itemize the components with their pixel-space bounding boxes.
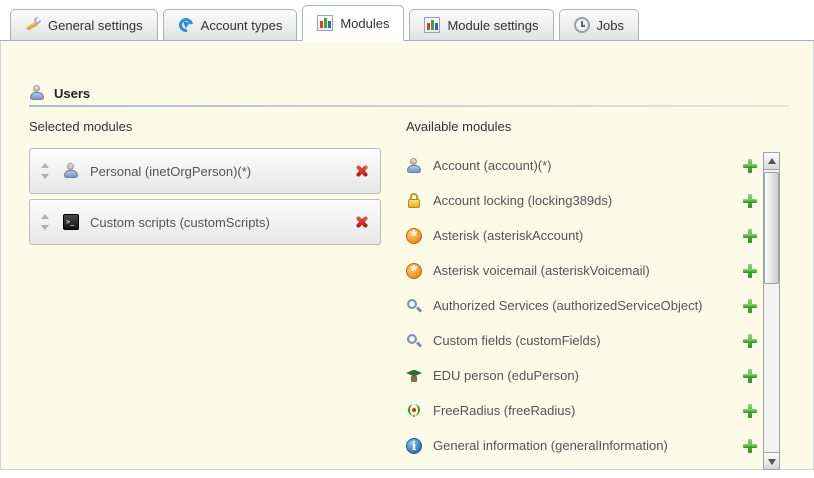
tab-jobs[interactable]: Jobs — [559, 9, 639, 40]
add-module-button[interactable] — [742, 263, 758, 279]
module-label: Account (account)(*) — [433, 158, 734, 173]
add-icon — [742, 193, 758, 209]
available-modules-heading: Available modules — [406, 119, 758, 134]
available-module-row: Asterisk voicemail (asteriskVoicemail) — [406, 253, 758, 288]
lam-configuration-page: General settings Account types Modules M… — [0, 0, 814, 478]
add-module-button[interactable] — [742, 333, 758, 349]
available-module-row: EDU person (eduPerson) — [406, 358, 758, 393]
tab-account-types[interactable]: Account types — [163, 9, 298, 40]
add-module-button[interactable] — [742, 403, 758, 419]
available-module-row: Account (account)(*) — [406, 148, 758, 183]
add-module-button[interactable] — [742, 438, 758, 454]
asterisk-icon — [406, 228, 422, 244]
terminal-icon — [63, 214, 79, 230]
tab-bar: General settings Account types Modules M… — [0, 0, 814, 41]
selected-module-row[interactable]: Custom scripts (customScripts) — [29, 199, 381, 245]
selected-modules-heading: Selected modules — [29, 119, 381, 134]
tab-label: Modules — [340, 16, 389, 31]
module-label: Account locking (locking389ds) — [433, 193, 734, 208]
available-module-row: Custom fields (customFields) — [406, 323, 758, 358]
scroll-down-button[interactable] — [764, 452, 779, 469]
add-icon — [742, 228, 758, 244]
selected-module-row[interactable]: Personal (inetOrgPerson)(*) — [29, 148, 381, 194]
tab-label: Jobs — [597, 18, 624, 33]
module-label: Custom scripts (customScripts) — [90, 215, 346, 230]
scroll-up-icon — [768, 158, 776, 164]
bar-chart-icon — [424, 17, 440, 33]
scrollbar-track[interactable] — [764, 170, 779, 452]
add-module-button[interactable] — [742, 298, 758, 314]
selected-modules-panel: Selected modules Personal (inetOrgPerson… — [29, 119, 381, 250]
tab-modules[interactable]: Modules — [302, 5, 404, 41]
scrollbar[interactable] — [763, 152, 780, 470]
available-module-row: FreeRadius (freeRadius) — [406, 393, 758, 428]
lock-icon — [406, 193, 422, 209]
remove-module-button[interactable] — [354, 214, 370, 230]
tab-label: Module settings — [447, 18, 538, 33]
wrench-icon — [25, 17, 41, 33]
clock-icon — [574, 17, 590, 33]
bar-chart-icon — [317, 15, 333, 31]
tab-module-settings[interactable]: Module settings — [409, 9, 553, 40]
available-module-row: Asterisk (asteriskAccount) — [406, 218, 758, 253]
section-title: Users — [54, 86, 90, 101]
module-label: Personal (inetOrgPerson)(*) — [90, 164, 346, 179]
asterisk-icon — [406, 263, 422, 279]
delete-icon — [354, 214, 370, 230]
available-module-row: General information (generalInformation) — [406, 428, 758, 463]
section-separator — [29, 105, 789, 107]
add-icon — [742, 368, 758, 384]
add-icon — [742, 403, 758, 419]
add-icon — [742, 158, 758, 174]
drag-handle-icon[interactable] — [40, 163, 51, 179]
add-icon — [742, 333, 758, 349]
module-label: Authorized Services (authorizedServiceOb… — [433, 298, 734, 313]
module-label: FreeRadius (freeRadius) — [433, 403, 734, 418]
scrollbar-thumb[interactable] — [764, 172, 779, 284]
scroll-up-button[interactable] — [764, 153, 779, 170]
graduation-icon — [406, 368, 422, 384]
user-icon — [406, 158, 422, 174]
add-icon — [742, 263, 758, 279]
delete-icon — [354, 163, 370, 179]
available-module-row: Authorized Services (authorizedServiceOb… — [406, 288, 758, 323]
module-label: Asterisk voicemail (asteriskVoicemail) — [433, 263, 734, 278]
module-label: EDU person (eduPerson) — [433, 368, 734, 383]
magnifier-icon — [406, 298, 422, 314]
add-icon — [742, 438, 758, 454]
magnifier-icon — [406, 333, 422, 349]
tab-label: General settings — [48, 18, 143, 33]
tab-label: Account types — [201, 18, 283, 33]
tab-general-settings[interactable]: General settings — [10, 9, 158, 40]
user-icon — [29, 85, 45, 101]
remove-module-button[interactable] — [354, 163, 370, 179]
available-modules-panel: Available modules Account (account)(*) A… — [406, 119, 758, 463]
add-module-button[interactable] — [742, 228, 758, 244]
module-label: Asterisk (asteriskAccount) — [433, 228, 734, 243]
antenna-icon — [406, 403, 422, 419]
sync-icon — [178, 17, 194, 33]
info-icon — [406, 438, 422, 454]
module-label: Custom fields (customFields) — [433, 333, 734, 348]
add-icon — [742, 298, 758, 314]
add-module-button[interactable] — [742, 193, 758, 209]
scroll-down-icon — [768, 459, 776, 465]
section-header: Users — [29, 85, 90, 101]
user-icon — [63, 163, 79, 179]
content-area: Users Selected modules Personal (inetOrg… — [0, 41, 814, 470]
drag-handle-icon[interactable] — [40, 214, 51, 230]
module-label: General information (generalInformation) — [433, 438, 734, 453]
add-module-button[interactable] — [742, 158, 758, 174]
add-module-button[interactable] — [742, 368, 758, 384]
available-module-row: Account locking (locking389ds) — [406, 183, 758, 218]
